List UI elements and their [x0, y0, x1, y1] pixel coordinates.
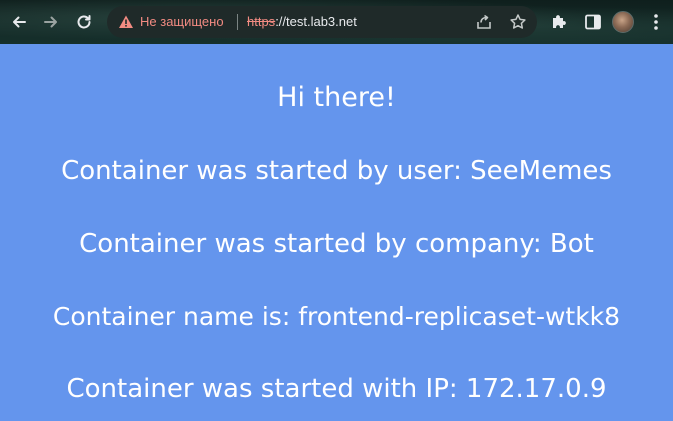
page-content: Hi there! Container was started by user:… — [0, 44, 673, 421]
reload-icon[interactable] — [73, 11, 95, 33]
url-scheme: https — [247, 14, 276, 29]
forward-arrow-icon[interactable] — [40, 11, 62, 33]
greeting-text: Hi there! — [277, 82, 396, 113]
user-info-text: Container was started by user: SeeMemes — [61, 156, 612, 186]
side-panel-icon[interactable] — [583, 12, 603, 32]
kebab-menu-icon[interactable] — [648, 12, 664, 32]
company-info-text: Container was started by company: Bot — [79, 229, 594, 259]
url-host: ://test.lab3.net — [275, 14, 357, 29]
profile-avatar[interactable] — [612, 11, 634, 33]
warning-icon[interactable] — [118, 14, 134, 30]
container-name-text: Container name is: frontend-replicaset-w… — [52, 302, 621, 331]
security-status-label[interactable]: Не защищено — [140, 14, 224, 29]
omnibox-divider — [237, 14, 238, 30]
address-bar[interactable]: Не защищено https://test.lab3.net — [107, 6, 537, 38]
container-ip-text: Container was started with IP: 172.17.0.… — [66, 374, 607, 404]
share-icon[interactable] — [475, 13, 493, 31]
puzzle-icon[interactable] — [549, 12, 569, 32]
url-text[interactable]: https://test.lab3.net — [247, 14, 357, 29]
star-icon[interactable] — [509, 13, 527, 31]
back-arrow-icon[interactable] — [8, 11, 30, 33]
browser-toolbar: Не защищено https://test.lab3.net — [0, 0, 673, 44]
